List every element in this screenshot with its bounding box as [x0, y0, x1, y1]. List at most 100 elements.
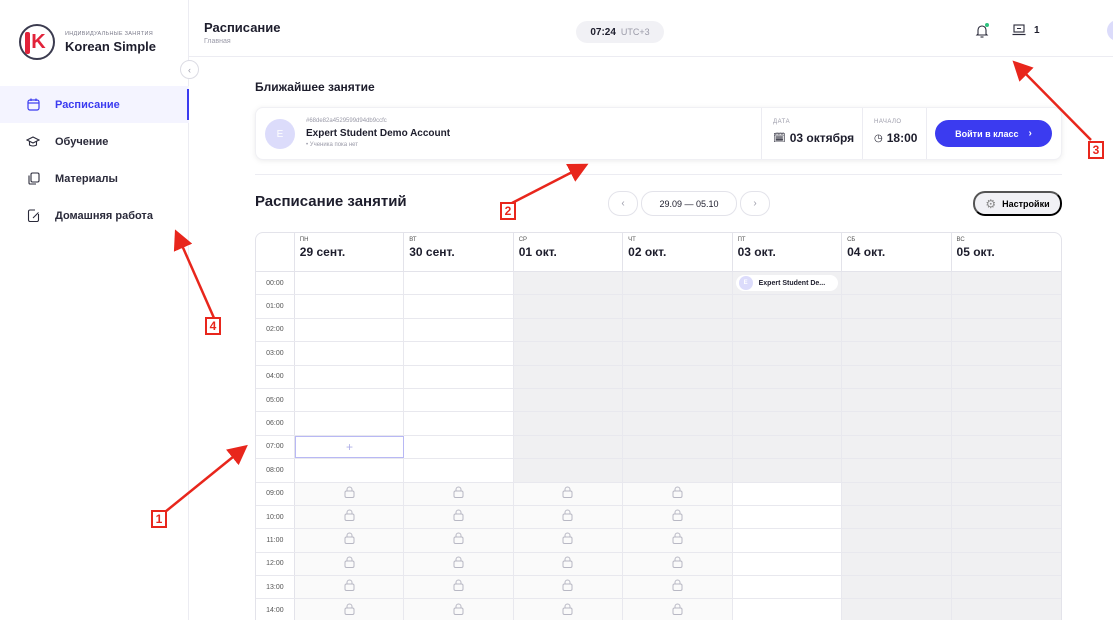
time-slot[interactable] [404, 318, 514, 342]
time-slot[interactable] [842, 272, 952, 295]
time-slot[interactable] [951, 435, 1061, 459]
time-slot[interactable] [842, 576, 952, 599]
time-slot[interactable] [842, 529, 952, 552]
locked-slot[interactable] [404, 599, 514, 620]
locked-slot[interactable] [294, 505, 405, 529]
time-slot[interactable] [951, 272, 1061, 295]
time-slot[interactable] [623, 295, 733, 318]
locked-slot[interactable] [294, 552, 405, 576]
notifications-bell-icon[interactable] [975, 23, 989, 38]
time-slot[interactable] [623, 318, 733, 342]
time-slot[interactable] [842, 412, 952, 435]
time-slot[interactable] [732, 412, 843, 435]
time-slot[interactable] [951, 342, 1061, 365]
locked-slot[interactable] [623, 529, 733, 552]
locked-slot[interactable] [294, 529, 405, 552]
time-slot[interactable] [294, 365, 405, 388]
time-slot[interactable] [513, 388, 624, 412]
time-slot[interactable] [951, 459, 1061, 482]
time-slot[interactable] [732, 318, 843, 342]
time-slot[interactable] [404, 459, 514, 482]
locked-slot[interactable] [623, 505, 733, 529]
time-slot[interactable] [513, 342, 624, 365]
locked-slot[interactable] [623, 552, 733, 576]
sidebar-item-homework[interactable]: Домашняя работа [0, 197, 189, 234]
sidebar-item-materials[interactable]: Материалы [0, 160, 189, 197]
lesson-event[interactable]: E Expert Student De... [732, 272, 843, 295]
locked-slot[interactable] [404, 482, 514, 505]
time-slot[interactable] [513, 318, 624, 342]
brand[interactable]: K индивидуальные занятия Korean Simple [19, 24, 156, 60]
time-slot[interactable] [732, 529, 843, 552]
breadcrumb[interactable]: Главная [204, 38, 231, 45]
time-slot[interactable] [842, 318, 952, 342]
time-slot[interactable] [513, 435, 624, 459]
time-slot[interactable] [513, 459, 624, 482]
time-slot[interactable] [842, 505, 952, 529]
time-slot[interactable] [513, 272, 624, 295]
time-slot[interactable] [951, 318, 1061, 342]
time-slot[interactable] [842, 435, 952, 459]
time-slot[interactable] [732, 435, 843, 459]
time-slot[interactable] [404, 435, 514, 459]
selected-slot[interactable]: + [294, 435, 405, 459]
time-slot[interactable] [404, 342, 514, 365]
time-slot[interactable] [732, 459, 843, 482]
time-slot[interactable] [294, 412, 405, 435]
time-slot[interactable] [842, 365, 952, 388]
time-slot[interactable] [732, 552, 843, 576]
user-menu[interactable]: E ⌄ [1107, 20, 1113, 41]
time-slot[interactable] [732, 388, 843, 412]
prev-week-button[interactable]: ‹ [608, 191, 638, 216]
time-slot[interactable] [951, 552, 1061, 576]
time-slot[interactable] [404, 365, 514, 388]
time-slot[interactable] [842, 295, 952, 318]
locked-slot[interactable] [294, 576, 405, 599]
time-slot[interactable] [842, 388, 952, 412]
locked-slot[interactable] [513, 576, 624, 599]
time-slot[interactable] [842, 342, 952, 365]
time-slot[interactable] [623, 412, 733, 435]
time-slot[interactable] [951, 482, 1061, 505]
locked-slot[interactable] [513, 482, 624, 505]
locked-slot[interactable] [294, 599, 405, 620]
time-slot[interactable] [842, 599, 952, 620]
time-slot[interactable] [623, 435, 733, 459]
nearest-lesson-card[interactable]: E #68de82a4529599d94db9ccfc Expert Stude… [255, 107, 1062, 160]
time-slot[interactable] [623, 388, 733, 412]
time-slot[interactable] [294, 295, 405, 318]
time-slot[interactable] [404, 412, 514, 435]
time-slot[interactable] [951, 505, 1061, 529]
locked-slot[interactable] [404, 529, 514, 552]
locked-slot[interactable] [513, 505, 624, 529]
time-slot[interactable] [294, 318, 405, 342]
locked-slot[interactable] [513, 599, 624, 620]
sidebar-collapse-button[interactable]: ‹ [180, 60, 199, 79]
time-slot[interactable] [951, 599, 1061, 620]
time-slot[interactable] [294, 342, 405, 365]
active-classes[interactable]: 1 [1012, 24, 1040, 36]
time-slot[interactable] [732, 576, 843, 599]
time-slot[interactable] [842, 482, 952, 505]
sidebar-item-learning[interactable]: Обучение [0, 123, 189, 160]
time-slot[interactable] [951, 529, 1061, 552]
enter-class-button[interactable]: Войти в класс › [935, 120, 1052, 147]
time-slot[interactable] [404, 295, 514, 318]
locked-slot[interactable] [404, 576, 514, 599]
time-slot[interactable] [623, 342, 733, 365]
time-slot[interactable] [623, 272, 733, 295]
time-slot[interactable] [294, 459, 405, 482]
locked-slot[interactable] [623, 599, 733, 620]
time-slot[interactable] [842, 552, 952, 576]
time-slot[interactable] [513, 295, 624, 318]
locked-slot[interactable] [623, 576, 733, 599]
time-slot[interactable] [951, 388, 1061, 412]
time-slot[interactable] [294, 272, 405, 295]
time-slot[interactable] [842, 459, 952, 482]
sidebar-item-schedule[interactable]: Расписание [0, 86, 189, 123]
next-week-button[interactable]: › [740, 191, 770, 216]
locked-slot[interactable] [294, 482, 405, 505]
time-slot[interactable] [513, 412, 624, 435]
locked-slot[interactable] [513, 529, 624, 552]
time-slot[interactable] [951, 295, 1061, 318]
